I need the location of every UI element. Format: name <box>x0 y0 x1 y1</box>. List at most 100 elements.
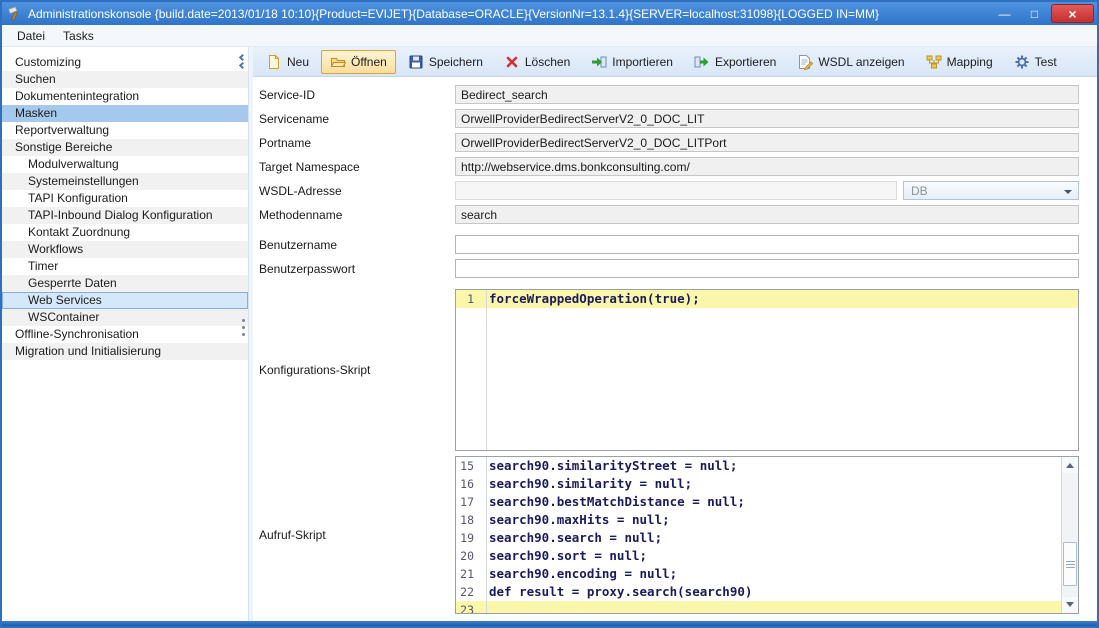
form-row: Benutzerpasswort <box>259 259 1079 278</box>
import-button[interactable]: Importieren <box>582 50 682 74</box>
titlebar: Administrationskonsole {build.date=2013/… <box>2 2 1097 25</box>
menu-tasks[interactable]: Tasks <box>54 26 103 46</box>
sidebar-item-label: Web Services <box>28 293 102 307</box>
sidebar-item[interactable]: Masken <box>2 105 248 122</box>
sidebar-item[interactable]: TAPI-Inbound Dialog Konfiguration <box>2 207 248 224</box>
open-button[interactable]: Öffnen <box>321 50 396 74</box>
sidebar-item[interactable]: Modulverwaltung <box>2 156 248 173</box>
konfigurations-skript-label: Konfigurations-Skript <box>259 363 455 377</box>
line-number: 23 <box>456 601 480 614</box>
code-line[interactable]: 23 <box>456 601 1061 614</box>
test-gear-icon <box>1014 54 1030 70</box>
sidebar-item-label: Migration und Initialisierung <box>15 344 161 358</box>
sidebar-item-label: Dokumentenintegration <box>15 89 139 103</box>
sidebar-item[interactable]: Web Services <box>2 292 248 309</box>
aufruf-skript-label: Aufruf-Skript <box>259 528 455 542</box>
sidebar-item[interactable]: Migration und Initialisierung <box>2 343 248 360</box>
gutter-separator <box>486 290 487 450</box>
sidebar-item-label: Modulverwaltung <box>28 157 119 171</box>
methodenname-label: Methodenname <box>259 205 455 222</box>
sidebar-item[interactable]: Systemeinstellungen <box>2 173 248 190</box>
code-line[interactable]: 21 search90.encoding = null; <box>456 565 1061 583</box>
benutzerpasswort-field[interactable] <box>455 259 1079 278</box>
sidebar-item[interactable]: WSContainer <box>2 309 248 326</box>
sidebar-collapse-handle[interactable] <box>240 55 245 68</box>
wsdl-adresse-field[interactable] <box>455 181 897 200</box>
sidebar-item[interactable]: Offline-Synchronisation <box>2 326 248 343</box>
code-text <box>480 601 1061 614</box>
form-row: Aufruf-Skript 15 search90.similarityStre… <box>259 456 1079 614</box>
line-number: 1 <box>456 290 480 308</box>
minimize-button[interactable]: — <box>991 4 1018 23</box>
code-line[interactable]: 18 search90.maxHits = null; <box>456 511 1061 529</box>
splitter-grip[interactable] <box>242 319 245 336</box>
code-line[interactable]: 15 search90.similarityStreet = null; <box>456 457 1061 475</box>
code-line[interactable]: 19 search90.search = null; <box>456 529 1061 547</box>
mapping-button[interactable]: Mapping <box>917 50 1002 74</box>
sidebar-item-label: Masken <box>15 106 57 120</box>
thumb-grip-icon <box>1064 543 1076 585</box>
code-line[interactable]: 22 def result = proxy.search(search90) <box>456 583 1061 601</box>
button-label: Neu <box>287 55 309 69</box>
scroll-down-button[interactable] <box>1062 597 1078 613</box>
konfigurations-skript-editor[interactable]: 1 forceWrappedOperation(true); <box>455 289 1079 451</box>
sidebar-item-label: Offline-Synchronisation <box>15 327 139 341</box>
sidebar-item-label: Suchen <box>15 72 56 86</box>
methodenname-field[interactable] <box>455 205 1079 224</box>
scrollbar-track[interactable] <box>1062 473 1078 597</box>
line-number: 21 <box>456 565 480 583</box>
sidebar-item[interactable]: Suchen <box>2 71 248 88</box>
sidebar-item[interactable]: Dokumentenintegration <box>2 88 248 105</box>
scroll-up-button[interactable] <box>1062 457 1078 473</box>
code-line[interactable]: 20 search90.sort = null; <box>456 547 1061 565</box>
menu-datei[interactable]: Datei <box>8 26 54 46</box>
sidebar-item[interactable]: Workflows <box>2 241 248 258</box>
export-button[interactable]: Exportieren <box>685 50 785 74</box>
sidebar-item[interactable]: Kontakt Zuordnung <box>2 224 248 241</box>
wsdl-document-icon <box>797 54 813 70</box>
wsdl-source-combo[interactable]: DB <box>903 181 1079 200</box>
sidebar-item-label: Sonstige Bereiche <box>15 140 112 154</box>
target-namespace-field[interactable] <box>455 157 1079 176</box>
button-label: Importieren <box>612 55 673 69</box>
code-line[interactable]: 1 forceWrappedOperation(true); <box>456 290 1078 308</box>
close-button[interactable]: × <box>1051 4 1094 23</box>
sidebar-item[interactable]: Sonstige Bereiche <box>2 139 248 156</box>
test-button[interactable]: Test <box>1005 50 1066 74</box>
new-button[interactable]: Neu <box>257 50 318 74</box>
portname-field[interactable] <box>455 133 1079 152</box>
vertical-scrollbar[interactable] <box>1061 457 1078 613</box>
sidebar-item-label: Workflows <box>28 242 83 256</box>
button-label: Speichern <box>429 55 483 69</box>
code-line[interactable]: 17 search90.bestMatchDistance = null; <box>456 493 1061 511</box>
sidebar-item[interactable]: Gesperrte Daten <box>2 275 248 292</box>
sidebar-list: Customizing Suchen Dokumentenintegration… <box>2 54 248 360</box>
sidebar-item-label: Customizing <box>15 55 81 69</box>
maximize-button[interactable]: □ <box>1021 4 1048 23</box>
line-number: 20 <box>456 547 480 565</box>
aufruf-skript-editor[interactable]: 15 search90.similarityStreet = null; 16 … <box>455 456 1079 614</box>
button-label: Löschen <box>525 55 570 69</box>
mapping-nodes-icon <box>926 54 942 70</box>
sidebar-item[interactable]: Customizing <box>2 54 248 71</box>
line-number: 19 <box>456 529 480 547</box>
form-row: Portname <box>259 133 1079 152</box>
wsdl-show-button[interactable]: WSDL anzeigen <box>788 50 913 74</box>
scrollbar-thumb[interactable] <box>1063 542 1077 586</box>
service-id-field[interactable] <box>455 85 1079 104</box>
button-label: WSDL anzeigen <box>818 55 904 69</box>
servicename-field[interactable] <box>455 109 1079 128</box>
delete-button[interactable]: Löschen <box>495 50 579 74</box>
sidebar-item[interactable]: Timer <box>2 258 248 275</box>
sidebar-item[interactable]: Reportverwaltung <box>2 122 248 139</box>
save-button[interactable]: Speichern <box>399 50 492 74</box>
app-window: Administrationskonsole {build.date=2013/… <box>0 0 1099 628</box>
code-text: search90.maxHits = null; <box>480 511 1061 529</box>
sidebar-item[interactable]: TAPI Konfiguration <box>2 190 248 207</box>
line-number: 18 <box>456 511 480 529</box>
code-line[interactable]: 16 search90.similarity = null; <box>456 475 1061 493</box>
benutzername-field[interactable] <box>455 235 1079 254</box>
gutter-separator <box>486 457 487 613</box>
code-text: search90.similarityStreet = null; <box>480 457 1061 475</box>
window-controls: — □ × <box>991 4 1094 23</box>
